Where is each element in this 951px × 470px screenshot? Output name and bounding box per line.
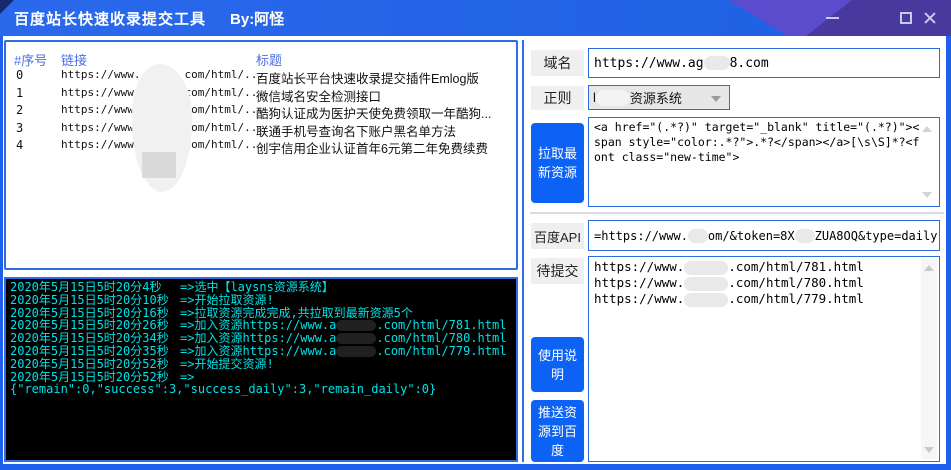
redaction-blur [336,320,377,332]
regex-label: 正则 [531,86,584,110]
row-title: 联通手机号查询名下账户黑名单方法 [256,124,457,139]
table-row[interactable]: 1 https://www. com/html/... 微信域名安全检测接口 [6,85,516,104]
log-timestamp: 2020年5月15日5时20分52秒 [10,356,169,371]
table-row[interactable]: 3 https://www. com/html/... 联通手机号查询名下账户黑名单方… [6,120,516,139]
push-to-baidu-button[interactable]: 推送资源到百度 [531,400,584,462]
domain-input[interactable]: https://www.ag 8.com [588,48,940,78]
minimize-icon [825,17,839,19]
row-index: 1 [16,85,24,100]
pending-url: https://www. .com/html/781.html [594,259,864,275]
close-icon [923,11,937,25]
row-title: 创宇信用企业认证首年6元第二年免费续费 [256,142,488,156]
window-byline: By:阿怪 [230,10,285,28]
pull-latest-button[interactable]: 拉取最新资源 [531,123,584,203]
column-header-title: 标题 [256,53,283,68]
scroll-down-icon[interactable] [922,192,932,198]
redaction-blur [336,345,377,357]
pending-label: 待提交 [531,258,584,284]
window-frame [0,464,951,470]
redaction-blur [336,333,377,345]
maximize-icon [900,12,912,24]
row-title: 百度站长平台快速收录提交插件Emlog版 [256,72,479,86]
console-line: 2020年5月15日5时20分52秒 =>开始提交资源! [10,356,512,371]
log-timestamp: 2020年5月15日5时20分35秒 [10,343,169,358]
redaction-blur [684,292,729,307]
column-header-link: 链接 [61,53,88,68]
column-header-index: #序号 [14,53,48,68]
pending-url: https://www. .com/html/779.html [594,291,864,307]
chevron-down-icon [711,96,721,102]
row-title: 酷狗认证成为医护天使免费领取一年酷狗... [256,107,492,121]
log-console[interactable]: 2020年5月15日5时20分4秒 =>选中【laysns资源系统】 2020年5月… [4,277,518,462]
baidu-api-input[interactable]: =https://www. om/&token=8X ZUA8OQ&type=dai… [588,220,940,251]
scroll-up-icon[interactable] [924,265,934,271]
row-index: 4 [16,138,24,152]
close-button[interactable] [919,7,941,29]
domain-label: 域名 [531,50,584,76]
redaction-blur [794,228,815,243]
redaction-blur [687,228,708,243]
redaction-blur [684,276,729,291]
window-frame [946,36,951,470]
log-message: {"remain":0,"success":3,"success_daily":… [10,382,437,397]
horizontal-divider [530,212,944,214]
pending-submit-textarea[interactable]: https://www. .com/html/781.html https://ww… [588,256,940,462]
table-row[interactable]: 2 https://www. com/html/... 酷狗认证成为医护天使免费领取一… [6,103,516,121]
redaction-blur [703,56,730,70]
baidu-api-label: 百度API [531,223,584,249]
row-index: 3 [16,120,24,135]
maximize-button[interactable] [895,7,917,29]
log-timestamp: 2020年5月15日5时20分4秒 [10,280,162,294]
row-index: 2 [16,103,24,117]
redaction-blur [595,89,630,106]
window-title: 百度站长快速收录提交工具 [14,10,207,28]
table-row[interactable]: 0 https://www. com/html/... 百度站长平台快速收录提交插件E… [6,68,516,86]
redaction-blur [132,64,192,192]
scroll-down-icon[interactable] [924,447,934,453]
window-controls [821,0,941,36]
scrollbar[interactable] [921,259,937,459]
scroll-up-icon[interactable] [922,126,932,132]
regex-pattern-textarea[interactable]: <a href="(.*?)" target="_blank" title="(… [588,117,940,207]
console-line: {"remain":0,"success":3,"success_daily":… [10,383,512,396]
table-row[interactable]: 4 https://www. com/html/... 创宇信用企业认证首年6元第二年… [6,138,516,156]
help-button[interactable]: 使用说明 [531,337,584,392]
pending-url: https://www. .com/html/780.html [594,275,864,291]
regex-select[interactable]: l 资源系统 [588,85,730,110]
row-index: 0 [16,68,24,82]
window-frame [0,36,3,470]
log-timestamp: 2020年5月15日5时20分10秒 [10,292,169,307]
minimize-button[interactable] [821,7,843,29]
title-bar[interactable]: 百度站长快速收录提交工具 By:阿怪 [0,0,951,36]
row-title: 微信域名安全检测接口 [256,89,382,104]
results-table[interactable]: #序号 链接 标题 0 https://www. com/html/... 百度站长平… [4,40,518,270]
vertical-divider [522,40,524,462]
redaction-blur [684,260,729,275]
app-window: 百度站长快速收录提交工具 By:阿怪 #序号 链接 标题 0 https://ww… [0,0,951,470]
